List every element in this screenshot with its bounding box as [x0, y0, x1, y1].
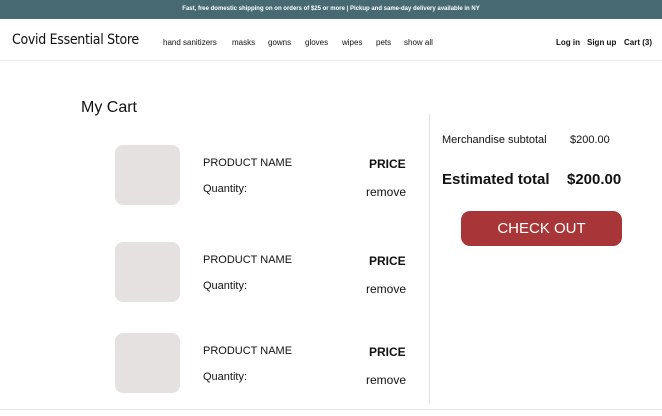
quantity-label: Quantity: — [203, 183, 248, 195]
nav-link-pets[interactable]: pets — [376, 38, 391, 47]
cart-link[interactable]: Cart (3) — [624, 38, 652, 47]
nav-link-hand-sanitizers[interactable]: hand sanitizers — [163, 38, 217, 47]
nav-link-wipes[interactable]: wipes — [342, 38, 362, 47]
estimated-total-value: $200.00 — [567, 171, 622, 188]
cart-item: PRODUCT NAME Quantity: PRICE remove — [0, 145, 429, 205]
promo-banner-text: Fast, free domestic shipping on on order… — [182, 6, 480, 12]
product-name[interactable]: PRODUCT NAME — [203, 345, 292, 357]
remove-button[interactable]: remove — [366, 373, 406, 387]
estimated-total-label: Estimated total — [442, 171, 550, 188]
quantity-label: Quantity: — [203, 280, 248, 292]
cart-summary-divider — [429, 114, 430, 404]
promo-banner: Fast, free domestic shipping on on order… — [0, 0, 662, 19]
top-navbar: Covid Essential Store hand sanitizers ma… — [0, 19, 662, 61]
login-link[interactable]: Log in — [556, 38, 580, 47]
product-price: PRICE — [369, 345, 406, 359]
quantity-label: Quantity: — [203, 371, 248, 383]
signup-link[interactable]: Sign up — [587, 38, 616, 47]
checkout-button[interactable]: CHECK OUT — [461, 211, 622, 246]
cart-item: PRODUCT NAME Quantity: PRICE remove — [0, 333, 429, 393]
nav-link-gloves[interactable]: gloves — [305, 38, 328, 47]
page-bottom-divider — [0, 409, 662, 410]
product-thumbnail[interactable] — [115, 145, 180, 205]
nav-link-show-all[interactable]: show all — [404, 38, 433, 47]
subtotal-label: Merchandise subtotal — [442, 134, 547, 146]
product-thumbnail[interactable] — [115, 242, 180, 302]
nav-link-masks[interactable]: masks — [232, 38, 255, 47]
nav-link-gowns[interactable]: gowns — [268, 38, 291, 47]
product-name[interactable]: PRODUCT NAME — [203, 254, 292, 266]
page-title: My Cart — [81, 99, 137, 116]
product-price: PRICE — [369, 254, 406, 268]
product-price: PRICE — [369, 157, 406, 171]
cart-item: PRODUCT NAME Quantity: PRICE remove — [0, 242, 429, 302]
subtotal-value: $200.00 — [570, 134, 610, 146]
product-thumbnail[interactable] — [115, 333, 180, 393]
remove-button[interactable]: remove — [366, 282, 406, 296]
product-name[interactable]: PRODUCT NAME — [203, 157, 292, 169]
remove-button[interactable]: remove — [366, 185, 406, 199]
store-logo[interactable]: Covid Essential Store — [12, 32, 139, 48]
